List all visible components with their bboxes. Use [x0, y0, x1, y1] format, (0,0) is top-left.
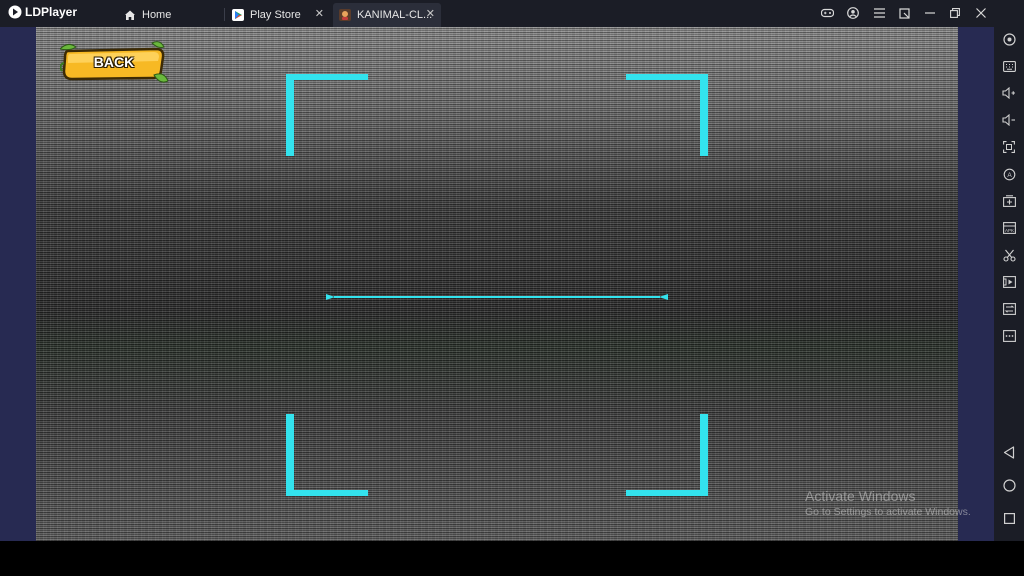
play-store-icon	[232, 9, 244, 21]
watermark-subtitle: Go to Settings to activate Windows.	[805, 506, 971, 518]
screenshot-icon[interactable]	[1000, 138, 1018, 156]
menu-icon[interactable]	[869, 4, 889, 22]
tab-close-icon[interactable]: ✕	[315, 7, 324, 20]
app-logo: LDPlayer	[8, 5, 77, 19]
tab-divider	[224, 8, 225, 21]
volume-up-icon[interactable]	[1000, 84, 1018, 102]
restore-icon[interactable]	[945, 4, 965, 22]
account-icon[interactable]	[843, 4, 863, 22]
kanimal-app-icon	[339, 9, 351, 21]
close-icon[interactable]	[971, 4, 991, 22]
add-screen-icon[interactable]	[1000, 192, 1018, 210]
windows-activation-watermark: Activate Windows Go to Settings to activ…	[805, 488, 971, 518]
emulator-frame-right	[958, 27, 994, 541]
back-button-leaf-icon	[58, 41, 169, 83]
emulator-frame-left	[0, 27, 36, 541]
home-nav-icon[interactable]	[1000, 476, 1018, 494]
scanner-corner-bottom-left	[286, 414, 368, 496]
sync-icon[interactable]: A	[1000, 165, 1018, 183]
watermark-title: Activate Windows	[805, 488, 916, 504]
gamepad-icon[interactable]	[817, 4, 837, 22]
tab-kanimal-label: KANIMAL-CL...	[357, 9, 433, 21]
video-record-icon[interactable]	[1000, 273, 1018, 291]
game-screen[interactable]: BACK	[36, 27, 958, 541]
ldplayer-logo-icon	[8, 5, 22, 19]
keyboard-icon[interactable]	[1000, 57, 1018, 75]
back-button[interactable]: BACK	[58, 41, 169, 85]
title-bar: LDPlayer Home Play Store ✕ KANIMAL-CL...…	[0, 0, 1024, 27]
screen-bottom-border	[0, 541, 1024, 576]
settings-icon[interactable]	[1000, 30, 1018, 48]
apk-install-icon[interactable]: APK	[1000, 219, 1018, 237]
tab-play-store[interactable]: Play Store ✕	[226, 3, 330, 27]
scissors-icon[interactable]	[1000, 246, 1018, 264]
home-icon	[125, 10, 135, 20]
external-window-icon[interactable]	[894, 4, 914, 22]
volume-down-icon[interactable]	[1000, 111, 1018, 129]
app-name: LDPlayer	[25, 5, 78, 19]
scanner-line	[326, 294, 668, 300]
tab-play-store-label: Play Store	[250, 9, 301, 21]
recents-nav-icon[interactable]	[1000, 509, 1018, 527]
emulator-sidebar: A APK	[994, 27, 1024, 541]
minimize-icon[interactable]	[920, 4, 940, 22]
more-icon[interactable]	[1000, 327, 1018, 345]
scanner-corner-top-right	[626, 74, 708, 156]
tab-home[interactable]: Home	[116, 3, 224, 27]
tab-close-icon[interactable]: ✕	[426, 7, 435, 20]
tab-home-label: Home	[142, 9, 172, 21]
svg-text:APK: APK	[1004, 228, 1013, 233]
tab-kanimal[interactable]: KANIMAL-CL... ✕	[333, 3, 441, 27]
scanner-corner-top-left	[286, 74, 368, 156]
svg-text:A: A	[1007, 172, 1012, 179]
scanner-corner-bottom-right	[626, 414, 708, 496]
file-transfer-icon[interactable]	[1000, 300, 1018, 318]
back-nav-icon[interactable]	[1000, 443, 1018, 461]
